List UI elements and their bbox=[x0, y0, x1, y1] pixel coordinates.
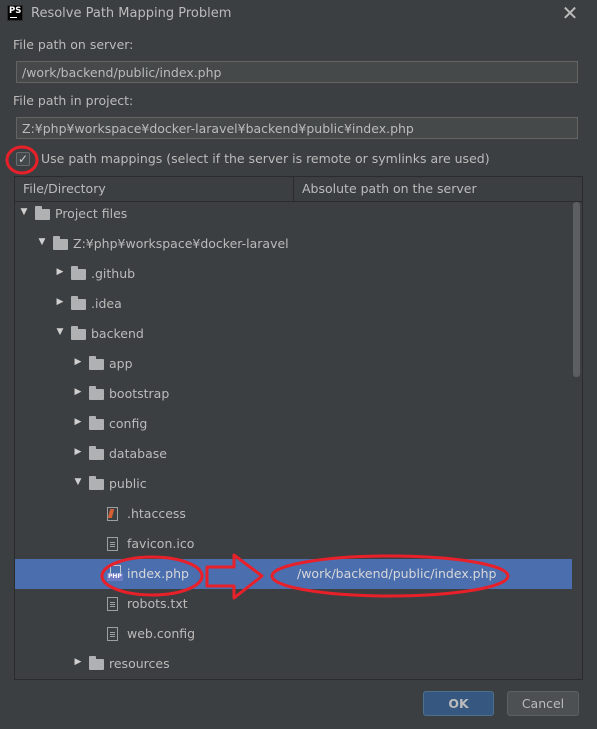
use-path-mappings-checkbox[interactable]: ✓ bbox=[16, 152, 30, 166]
folder-icon bbox=[53, 236, 68, 250]
column-header-server-path[interactable]: Absolute path on the server bbox=[302, 181, 477, 196]
expand-arrow-icon[interactable]: ▼ bbox=[55, 327, 65, 337]
column-header-file[interactable]: File/Directory bbox=[23, 181, 106, 196]
row-name: backend bbox=[91, 326, 144, 341]
row-name: resources bbox=[109, 656, 170, 671]
server-path-field[interactable]: /work/backend/public/index.php bbox=[16, 61, 578, 83]
table-row[interactable]: ▶ .idea bbox=[15, 289, 572, 319]
table-row[interactable]: PHP index.php/work/backend/public/index.p… bbox=[15, 559, 572, 589]
expand-arrow-icon[interactable]: ▼ bbox=[73, 477, 83, 487]
ok-button[interactable]: OK bbox=[423, 691, 494, 716]
table-row[interactable]: ▼ Project files bbox=[15, 199, 572, 229]
server-path-label: File path on server: bbox=[13, 37, 134, 52]
dialog-title: Resolve Path Mapping Problem bbox=[31, 6, 232, 21]
row-name: Project files bbox=[55, 206, 128, 221]
php-badge: PHP bbox=[107, 573, 123, 581]
row-name: .htaccess bbox=[127, 506, 186, 521]
table-row[interactable]: ▼ public bbox=[15, 469, 572, 499]
php-file-icon: PHP bbox=[107, 565, 123, 581]
table-row[interactable]: web.config bbox=[15, 619, 572, 649]
folder-icon bbox=[89, 446, 104, 460]
table-row[interactable]: .htaccess bbox=[15, 499, 572, 529]
row-name: public bbox=[109, 476, 147, 491]
row-name: app bbox=[109, 356, 133, 371]
table-row[interactable]: ▶ config bbox=[15, 409, 572, 439]
scrollbar-thumb[interactable] bbox=[573, 202, 580, 377]
file-icon bbox=[107, 537, 118, 551]
project-path-label: File path in project: bbox=[13, 93, 134, 108]
row-name: bootstrap bbox=[109, 386, 170, 401]
file-icon bbox=[107, 597, 118, 611]
folder-icon bbox=[89, 656, 104, 670]
collapse-arrow-icon[interactable]: ▶ bbox=[55, 267, 65, 277]
path-mapping-table[interactable]: File/Directory Absolute path on the serv… bbox=[14, 176, 583, 680]
folder-icon bbox=[35, 206, 50, 220]
table-row[interactable]: ▶ app bbox=[15, 349, 572, 379]
row-name: web.config bbox=[127, 626, 196, 641]
table-row[interactable]: ▼ backend bbox=[15, 319, 572, 349]
row-server-path[interactable]: /work/backend/public/index.php bbox=[297, 566, 496, 581]
table-row[interactable]: robots.txt bbox=[15, 589, 572, 619]
expand-arrow-icon[interactable]: ▼ bbox=[19, 207, 29, 217]
row-name: index.php bbox=[127, 566, 189, 581]
git-file-icon bbox=[107, 507, 118, 521]
row-name: .idea bbox=[91, 296, 122, 311]
collapse-arrow-icon[interactable]: ▶ bbox=[73, 417, 83, 427]
folder-icon bbox=[71, 326, 86, 340]
title-bar[interactable]: PS Resolve Path Mapping Problem ✕ bbox=[0, 0, 597, 29]
row-name: .github bbox=[91, 266, 136, 281]
close-icon[interactable]: ✕ bbox=[560, 2, 580, 24]
column-divider[interactable] bbox=[293, 177, 294, 201]
row-name: database bbox=[109, 446, 167, 461]
expand-arrow-icon[interactable]: ▼ bbox=[37, 237, 47, 247]
row-name: config bbox=[109, 416, 148, 431]
table-row[interactable]: ▶ resources bbox=[15, 649, 572, 679]
folder-icon bbox=[89, 386, 104, 400]
folder-icon bbox=[89, 476, 104, 490]
table-body: ▼ Project files ▼ Z:¥php¥workspace¥docker-l… bbox=[15, 202, 572, 679]
table-row[interactable]: favicon.ico bbox=[15, 529, 572, 559]
collapse-arrow-icon[interactable]: ▶ bbox=[73, 657, 83, 667]
vertical-scrollbar[interactable] bbox=[572, 202, 582, 679]
table-row[interactable]: ▶ bootstrap bbox=[15, 379, 572, 409]
collapse-arrow-icon[interactable]: ▶ bbox=[73, 447, 83, 457]
project-path-field[interactable]: Z:¥php¥workspace¥docker-laravel¥backend¥… bbox=[16, 117, 578, 139]
table-row[interactable]: ▼ Z:¥php¥workspace¥docker-laravel bbox=[15, 229, 572, 259]
use-path-mappings-label[interactable]: Use path mappings (select if the server … bbox=[41, 151, 490, 166]
collapse-arrow-icon[interactable]: ▶ bbox=[55, 297, 65, 307]
cancel-button[interactable]: Cancel bbox=[507, 691, 579, 716]
phpstorm-app-icon: PS bbox=[7, 5, 23, 21]
collapse-arrow-icon[interactable]: ▶ bbox=[73, 357, 83, 367]
row-name: Z:¥php¥workspace¥docker-laravel bbox=[73, 236, 289, 251]
folder-icon bbox=[71, 296, 86, 310]
table-row[interactable]: ▶ .github bbox=[15, 259, 572, 289]
table-row[interactable]: ▶ database bbox=[15, 439, 572, 469]
folder-icon bbox=[89, 416, 104, 430]
folder-icon bbox=[71, 266, 86, 280]
file-icon bbox=[107, 627, 118, 641]
folder-icon bbox=[89, 356, 104, 370]
row-name: favicon.ico bbox=[127, 536, 195, 551]
row-name: robots.txt bbox=[127, 596, 188, 611]
collapse-arrow-icon[interactable]: ▶ bbox=[73, 387, 83, 397]
